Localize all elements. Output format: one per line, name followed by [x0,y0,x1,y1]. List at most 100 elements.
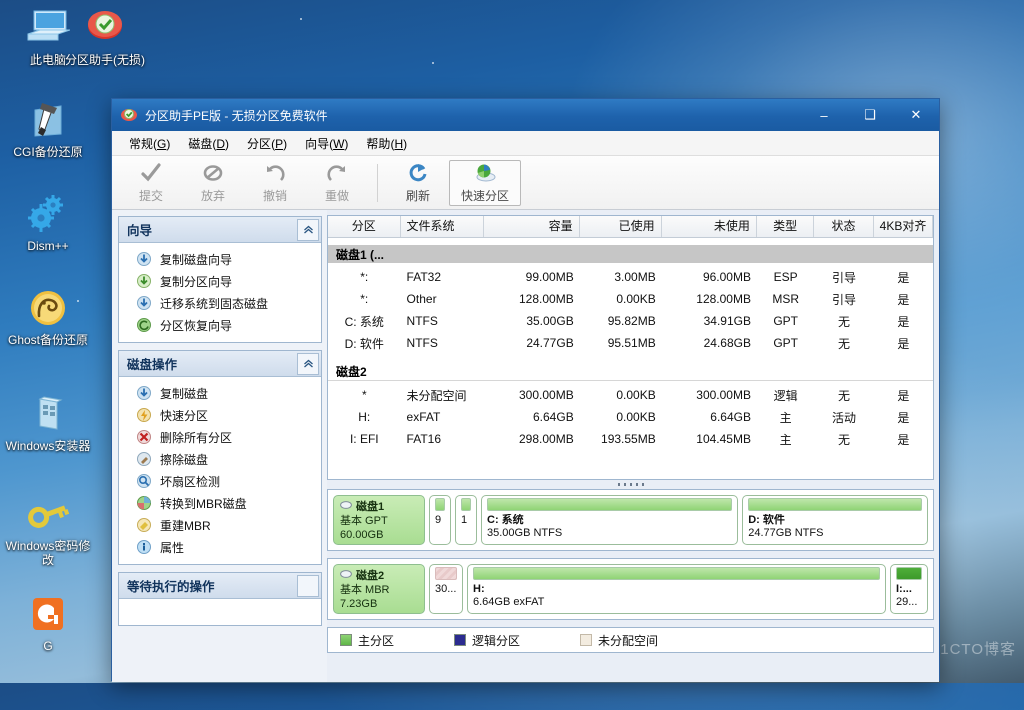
sidebar-item-partition-recovery-wizard[interactable]: 分区恢复向导 [119,314,321,336]
column-header-type[interactable]: 类型 [757,216,815,237]
refresh-button[interactable]: 刷新 [387,159,449,207]
sidebar-item-label: 重建MBR [160,518,211,533]
panel-header-wizard[interactable]: 向导 [119,217,321,243]
desktop-icon-dism[interactable]: Dism++ [0,192,96,253]
commit-button[interactable]: 提交 [120,159,182,207]
partition-sub: 30... [435,583,457,595]
column-header-partition[interactable]: 分区 [328,216,401,237]
splitter-grip [617,483,644,486]
sidebar-item-convert-to-mbr[interactable]: 转换到MBR磁盘 [119,492,321,514]
menu-item-help[interactable]: 帮助(H) [357,132,416,155]
table-row[interactable]: * 未分配空间 300.00MB 0.00KB 300.00MB 逻辑 无 是 [328,384,933,406]
cell-partition: C: 系统 [344,314,384,329]
desktop-icon-label: G [43,639,53,653]
sidebar-item-copy-disk-wizard[interactable]: 复制磁盘向导 [119,248,321,270]
sidebar-item-properties[interactable]: 属性 [119,536,321,558]
partition-block-c[interactable]: C: 系统 35.00GB NTFS [481,495,739,545]
sidebar-item-wipe-disk[interactable]: 擦除磁盘 [119,448,321,470]
desktop-icon-windows-password[interactable]: Windows密码修改 [0,492,96,567]
legend-label: 主分区 [358,633,395,648]
partition-block-d[interactable]: D: 软件 24.77GB NTFS [742,495,928,545]
migrate-os-icon [135,295,153,311]
sidebar-item-label: 快速分区 [160,408,209,423]
cell-align: 是 [897,314,910,329]
desktop-icon-label: Windows安装器 [5,439,91,453]
collapse-icon[interactable] [297,218,319,241]
sidebar-item-migrate-os[interactable]: 迁移系统到固态磁盘 [119,292,321,314]
disk-group-header[interactable]: 磁盘2 [328,360,933,384]
redo-icon [326,161,348,185]
desktop-icon-gdisk[interactable]: G [0,592,96,653]
partition-assistant-icon [57,6,153,50]
cell-unused: 24.68GB [703,336,751,350]
sidebar-item-label: 坏扇区检测 [160,474,221,489]
disk-map-2[interactable]: 磁盘2 基本 MBR 7.23GB 30... H: 6.64GB exFAT [327,558,934,620]
sidebar-item-delete-all-partitions[interactable]: 删除所有分区 [119,426,321,448]
table-row[interactable]: *: FAT32 99.00MB 3.00MB 96.00MB ESP 引导 是 [328,266,933,288]
panel-title: 向导 [127,224,153,238]
menu-item-disk[interactable]: 磁盘(D) [179,132,238,155]
copy-partition-icon [135,273,153,289]
title-bar[interactable]: 分区助手PE版 - 无损分区免费软件 – ❑ ✕ [112,99,939,131]
collapse-icon[interactable] [297,574,319,597]
menu-item-general[interactable]: 常规(G) [120,132,179,155]
cell-partition: H: [358,410,371,424]
menu-item-wizard[interactable]: 向导(W) [296,132,357,155]
disk-name: 磁盘2 [356,570,385,582]
partition-block-i[interactable]: I:... 29... [890,564,928,614]
column-header-used[interactable]: 已使用 [580,216,662,237]
maximize-button[interactable]: ❑ [847,99,893,131]
menu-item-partition[interactable]: 分区(P) [238,132,296,155]
disk-size: 60.00GB [340,529,384,541]
sidebar-item-copy-partition-wizard[interactable]: 复制分区向导 [119,270,321,292]
partition-block-esp[interactable]: 9 [429,495,451,545]
column-header-4kb-align[interactable]: 4KB对齐 [874,216,933,237]
disk-map-1[interactable]: 磁盘1 基本 GPT 60.00GB 9 1 C: 系统 35.00GB NTF… [327,489,934,551]
desktop-icon-windows-installer[interactable]: Windows安装器 [0,392,96,453]
desktop-icon-ghost-backup[interactable]: Ghost备份还原 [0,286,96,347]
minimize-button[interactable]: – [801,99,847,131]
desktop-icon-partition-assistant[interactable]: 分区助手(无损) [57,6,153,67]
close-button[interactable]: ✕ [893,99,939,131]
column-header-unused[interactable]: 未使用 [662,216,757,237]
cell-capacity: 300.00MB [519,388,574,402]
refresh-icon [408,161,428,185]
disk-group-header[interactable]: 磁盘1 (... [328,242,933,266]
sidebar-item-copy-disk[interactable]: 复制磁盘 [119,382,321,404]
sidebar-item-bad-sector-check[interactable]: 坏扇区检测 [119,470,321,492]
panel-body-pending-ops [119,599,321,625]
desktop-icon-label: CGI备份还原 [13,145,83,159]
undo-button[interactable]: 撤销 [244,159,306,207]
table-row[interactable]: *: Other 128.00MB 0.00KB 128.00MB MSR 引导… [328,288,933,310]
partition-block-msr[interactable]: 1 [455,495,477,545]
table-row[interactable]: C: 系统 NTFS 35.00GB 95.82MB 34.91GB GPT 无… [328,310,933,332]
column-header-capacity[interactable]: 容量 [484,216,580,237]
partition-block-unallocated[interactable]: 30... [429,564,463,614]
partition-block-h[interactable]: H: 6.64GB exFAT [467,564,886,614]
cell-status: 无 [838,388,851,403]
desktop-icon-cgi-backup[interactable]: CGI备份还原 [0,98,96,159]
cell-used: 0.00KB [616,292,656,306]
rebuild-mbr-icon [135,517,153,533]
quick-partition-button[interactable]: 快速分区 [449,159,521,206]
panel-header-pending-ops[interactable]: 等待执行的操作 [119,573,321,599]
sidebar-item-quick-partition[interactable]: 快速分区 [119,404,321,426]
cell-filesystem: NTFS [406,314,438,328]
table-row[interactable]: H: exFAT 6.64GB 0.00KB 6.64GB 主 活动 是 [328,406,933,428]
collapse-icon[interactable] [297,352,319,375]
panel-header-disk-ops[interactable]: 磁盘操作 [119,351,321,377]
disk-size: 7.23GB [340,598,378,610]
legend: 主分区 逻辑分区 未分配空间 [327,627,934,653]
column-header-filesystem[interactable]: 文件系统 [401,216,485,237]
sidebar-item-rebuild-mbr[interactable]: 重建MBR [119,514,321,536]
partition-sub: 9 [435,514,442,526]
column-header-status[interactable]: 状态 [814,216,874,237]
pane-splitter[interactable] [327,480,934,489]
table-row[interactable]: I: EFI FAT16 298.00MB 193.55MB 104.45MB … [328,428,933,450]
sidebar-item-label: 擦除磁盘 [160,452,209,467]
panel-title: 等待执行的操作 [127,580,215,594]
discard-button[interactable]: 放弃 [182,159,244,207]
legend-item-unallocated: 未分配空间 [580,632,658,649]
table-row[interactable]: D: 软件 NTFS 24.77GB 95.51MB 24.68GB GPT 无… [328,332,933,354]
redo-button[interactable]: 重做 [306,159,368,207]
